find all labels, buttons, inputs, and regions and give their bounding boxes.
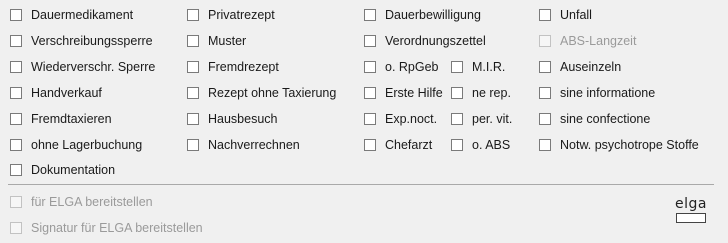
checkbox-box[interactable] bbox=[10, 113, 22, 125]
checkbox-box[interactable] bbox=[187, 139, 199, 151]
checkbox-unfall[interactable]: Unfall bbox=[539, 6, 592, 24]
checkbox-box[interactable] bbox=[539, 113, 551, 125]
checkbox-box[interactable] bbox=[451, 139, 463, 151]
checkbox-label: Rezept ohne Taxierung bbox=[208, 86, 337, 100]
checkbox-dokumentation[interactable]: Dokumentation bbox=[10, 161, 115, 179]
checkbox-box[interactable] bbox=[10, 9, 22, 21]
checkbox-label: sine confectione bbox=[560, 112, 651, 126]
checkbox-verordnungszettel[interactable]: Verordnungszettel bbox=[364, 32, 486, 50]
elga-logo-text: elga bbox=[675, 196, 707, 212]
checkbox-sine-informatione[interactable]: sine informatione bbox=[539, 84, 655, 102]
checkbox-handverkauf[interactable]: Handverkauf bbox=[10, 84, 102, 102]
checkbox-label: Fremdrezept bbox=[208, 60, 279, 74]
checkbox-label: Fremdtaxieren bbox=[31, 112, 112, 126]
checkbox-box[interactable] bbox=[451, 113, 463, 125]
checkbox-label: Notw. psychotrope Stoffe bbox=[560, 138, 699, 152]
checkbox-hausbesuch[interactable]: Hausbesuch bbox=[187, 110, 278, 128]
checkbox-muster[interactable]: Muster bbox=[187, 32, 246, 50]
checkbox-label: Dokumentation bbox=[31, 163, 116, 177]
checkbox-fremdrezept[interactable]: Fremdrezept bbox=[187, 58, 279, 76]
checkbox-box[interactable] bbox=[10, 61, 22, 73]
checkbox-box[interactable] bbox=[539, 9, 551, 21]
checkbox-erste-hilfe[interactable]: Erste Hilfe bbox=[364, 84, 443, 102]
checkbox-label: Verordnungszettel bbox=[385, 34, 486, 48]
checkbox-label: Signatur für ELGA bereitstellen bbox=[31, 221, 203, 235]
checkbox-label: per. vit. bbox=[472, 112, 513, 126]
checkbox-label: ohne Lagerbuchung bbox=[31, 138, 143, 152]
checkbox-nachverrechnen[interactable]: Nachverrechnen bbox=[187, 136, 300, 154]
checkbox-elga-bereitstellen: für ELGA bereitstellen bbox=[10, 193, 153, 211]
checkbox-box[interactable] bbox=[187, 87, 199, 99]
checkbox-privatrezept[interactable]: Privatrezept bbox=[187, 6, 275, 24]
checkbox-box[interactable] bbox=[364, 87, 376, 99]
checkbox-per-vit[interactable]: per. vit. bbox=[451, 110, 512, 128]
checkbox-label: für ELGA bereitstellen bbox=[31, 195, 153, 209]
checkbox-box[interactable] bbox=[539, 87, 551, 99]
checkbox-dauerbewilligung[interactable]: Dauerbewilligung bbox=[364, 6, 481, 24]
checkbox-box[interactable] bbox=[364, 9, 376, 21]
checkbox-rezept-ohne-taxierung[interactable]: Rezept ohne Taxierung bbox=[187, 84, 336, 102]
elga-logo-card-icon bbox=[676, 213, 706, 223]
checkbox-label: ABS-Langzeit bbox=[560, 34, 637, 48]
checkbox-box[interactable] bbox=[187, 35, 199, 47]
checkbox-box[interactable] bbox=[364, 35, 376, 47]
checkbox-box bbox=[539, 35, 551, 47]
checkbox-sine-confectione[interactable]: sine confectione bbox=[539, 110, 650, 128]
checkbox-label: Dauerbewilligung bbox=[385, 8, 481, 22]
checkbox-exp-noct[interactable]: Exp.noct. bbox=[364, 110, 437, 128]
checkbox-wiederverschr-sperre[interactable]: Wiederverschr. Sperre bbox=[10, 58, 155, 76]
checkbox-mir[interactable]: M.I.R. bbox=[451, 58, 505, 76]
checkbox-o-rpgeb[interactable]: o. RpGeb bbox=[364, 58, 439, 76]
checkbox-abs-langzeit: ABS-Langzeit bbox=[539, 32, 636, 50]
section-divider bbox=[8, 184, 714, 185]
checkbox-label: Muster bbox=[208, 34, 247, 48]
checkbox-label: o. ABS bbox=[472, 138, 511, 152]
checkbox-box[interactable] bbox=[539, 61, 551, 73]
checkbox-box[interactable] bbox=[187, 9, 199, 21]
checkbox-box[interactable] bbox=[10, 164, 22, 176]
checkbox-box[interactable] bbox=[539, 139, 551, 151]
checkbox-auseinzeln[interactable]: Auseinzeln bbox=[539, 58, 621, 76]
checkbox-label: Verschreibungssperre bbox=[31, 34, 153, 48]
checkbox-ne-rep[interactable]: ne rep. bbox=[451, 84, 511, 102]
checkbox-box[interactable] bbox=[364, 61, 376, 73]
checkbox-label: Dauermedikament bbox=[31, 8, 134, 22]
checkbox-fremdtaxieren[interactable]: Fremdtaxieren bbox=[10, 110, 112, 128]
checkbox-label: sine informatione bbox=[560, 86, 656, 100]
checkbox-label: Auseinzeln bbox=[560, 60, 622, 74]
checkbox-dauermedikament[interactable]: Dauermedikament bbox=[10, 6, 133, 24]
checkbox-box[interactable] bbox=[187, 61, 199, 73]
checkbox-label: Handverkauf bbox=[31, 86, 102, 100]
checkbox-box[interactable] bbox=[364, 139, 376, 151]
checkbox-label: o. RpGeb bbox=[385, 60, 439, 74]
checkbox-verschreibungssperre[interactable]: Verschreibungssperre bbox=[10, 32, 153, 50]
checkbox-label: Erste Hilfe bbox=[385, 86, 443, 100]
elga-logo: elga bbox=[674, 197, 708, 227]
checkbox-box[interactable] bbox=[451, 87, 463, 99]
checkbox-box[interactable] bbox=[187, 113, 199, 125]
checkbox-chefarzt[interactable]: Chefarzt bbox=[364, 136, 432, 154]
checkbox-box bbox=[10, 222, 22, 234]
checkbox-box[interactable] bbox=[10, 35, 22, 47]
checkbox-box bbox=[10, 196, 22, 208]
checkbox-notw-psychotrope-stoffe[interactable]: Notw. psychotrope Stoffe bbox=[539, 136, 699, 154]
checkbox-o-abs[interactable]: o. ABS bbox=[451, 136, 510, 154]
checkbox-box[interactable] bbox=[364, 113, 376, 125]
checkbox-label: ne rep. bbox=[472, 86, 511, 100]
checkbox-label: Chefarzt bbox=[385, 138, 433, 152]
checkbox-label: Exp.noct. bbox=[385, 112, 438, 126]
checkbox-label: Nachverrechnen bbox=[208, 138, 300, 152]
checkbox-label: M.I.R. bbox=[472, 60, 506, 74]
checkbox-ohne-lagerbuchung[interactable]: ohne Lagerbuchung bbox=[10, 136, 142, 154]
checkbox-box[interactable] bbox=[451, 61, 463, 73]
checkbox-box[interactable] bbox=[10, 87, 22, 99]
checkbox-label: Wiederverschr. Sperre bbox=[31, 60, 156, 74]
checkbox-label: Privatrezept bbox=[208, 8, 275, 22]
checkbox-elga-signatur: Signatur für ELGA bereitstellen bbox=[10, 219, 203, 237]
checkbox-label: Hausbesuch bbox=[208, 112, 278, 126]
checkbox-box[interactable] bbox=[10, 139, 22, 151]
checkbox-label: Unfall bbox=[560, 8, 592, 22]
